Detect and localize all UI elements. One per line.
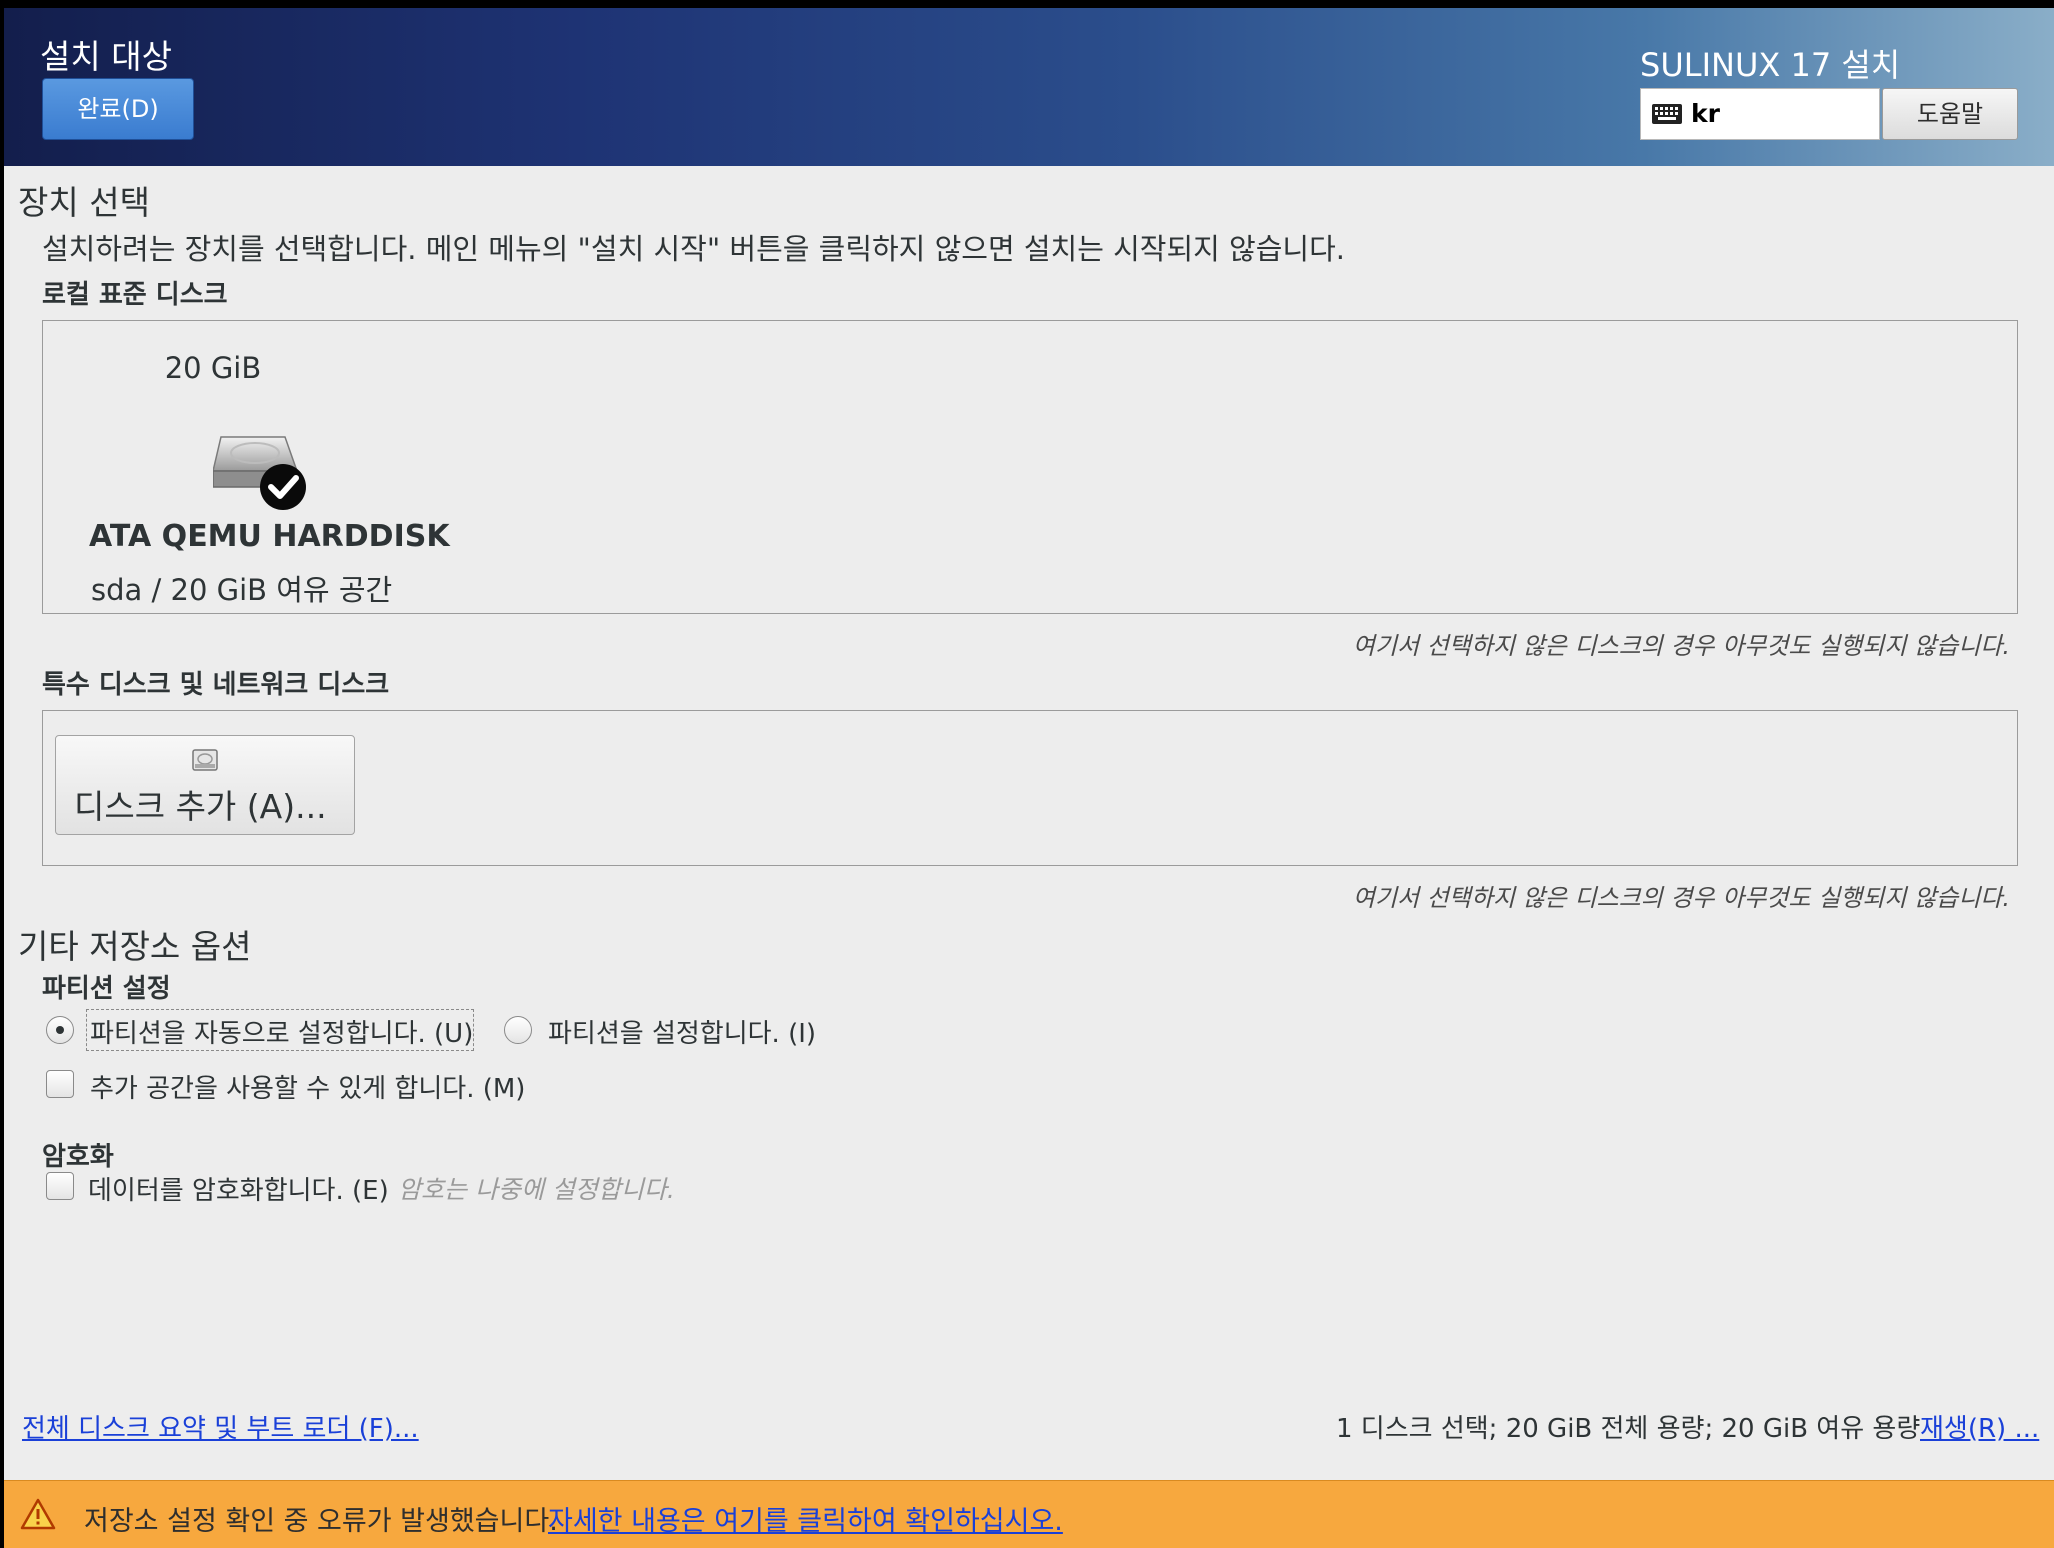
manual-partition-label[interactable]: 파티션을 설정합니다. (I) (548, 1013, 816, 1050)
warning-bar: 저장소 설정 확인 중 오류가 발생했습니다. 자세한 내용은 여기를 클릭하여… (4, 1480, 2054, 1548)
disk-tile-sda[interactable]: 20 GiB ATA QEMU HARDDISK sda / 20 GiB 여유… (63, 339, 450, 607)
encrypt-hint: 암호는 나중에 설정합니다. (398, 1175, 675, 1204)
disk-summary-link[interactable]: 전체 디스크 요약 및 부트 로더 (F)... (22, 1408, 419, 1445)
other-storage-heading: 기타 저장소 옵션 (18, 927, 252, 966)
disk-add-icon (192, 749, 218, 771)
product-title: SULINUX 17 설치 (1640, 46, 1901, 84)
help-button[interactable]: 도움말 (1882, 88, 2018, 140)
device-selection-description: 설치하려는 장치를 선택합니다. 메인 메뉴의 "설치 시작" 버튼을 클릭하지… (42, 232, 1345, 266)
done-button[interactable]: 완료(D) (42, 78, 194, 140)
disk-size: 20 GiB (164, 351, 262, 385)
spoke-title: 설치 대상 (40, 37, 172, 76)
keyboard-layout-indicator[interactable]: kr (1640, 88, 1880, 140)
local-disks-hint: 여기서 선택하지 않은 디스크의 경우 아무것도 실행되지 않습니다. (1352, 632, 2010, 660)
harddisk-selected-icon (213, 436, 306, 510)
keyboard-layout-value: kr (1691, 99, 1720, 128)
special-disks-hint: 여기서 선택하지 않은 디스크의 경우 아무것도 실행되지 않습니다. (1352, 884, 2010, 912)
manual-partition-radio[interactable] (504, 1016, 532, 1044)
radio-selected-dot (56, 1026, 64, 1034)
keyboard-icon (1652, 104, 1682, 124)
add-disk-button[interactable]: 디스크 추가 (A)... (55, 735, 355, 835)
warning-details-link[interactable]: 자세한 내용은 여기를 클릭하여 확인하십시오. (548, 1499, 1063, 1538)
device-selection-heading: 장치 선택 (18, 183, 150, 222)
warning-icon (20, 1498, 56, 1530)
special-disks-panel: 디스크 추가 (A)... (42, 710, 2018, 866)
encrypt-data-checkbox[interactable] (46, 1172, 74, 1200)
installer-window: 설치 대상 완료(D) SULINUX 17 설치 kr 도움말 장치 선택 설… (4, 8, 2054, 1548)
warning-message: 저장소 설정 확인 중 오류가 발생했습니다. (84, 1506, 558, 1537)
auto-partition-label[interactable]: 파티션을 자동으로 설정합니다. (U) (90, 1013, 473, 1050)
encryption-label: 암호화 (42, 1142, 114, 1172)
add-disk-label: 디스크 추가 (A)... (74, 787, 327, 826)
disk-free-space: sda / 20 GiB 여유 공간 (91, 573, 393, 607)
header-bar: 설치 대상 완료(D) SULINUX 17 설치 kr 도움말 (4, 8, 2054, 166)
disk-name: ATA QEMU HARDDISK (89, 519, 450, 554)
refresh-link[interactable]: 재생(R) ... (1920, 1408, 2039, 1445)
local-disks-label: 로컬 표준 디스크 (42, 280, 228, 310)
auto-partition-radio[interactable] (46, 1016, 74, 1044)
extra-space-label[interactable]: 추가 공간을 사용할 수 있게 합니다. (M) (90, 1068, 525, 1105)
extra-space-checkbox[interactable] (46, 1070, 74, 1098)
selection-status: 1 디스크 선택; 20 GiB 전체 용량; 20 GiB 여유 용량 (1336, 1414, 1921, 1444)
special-disks-label: 특수 디스크 및 네트워크 디스크 (42, 670, 390, 700)
encrypt-data-label[interactable]: 데이터를 암호화합니다. (E) (88, 1170, 389, 1207)
local-disks-panel: 20 GiB ATA QEMU HARDDISK sda / 20 GiB 여유… (42, 320, 2018, 614)
partitioning-label: 파티션 설정 (42, 974, 171, 1004)
